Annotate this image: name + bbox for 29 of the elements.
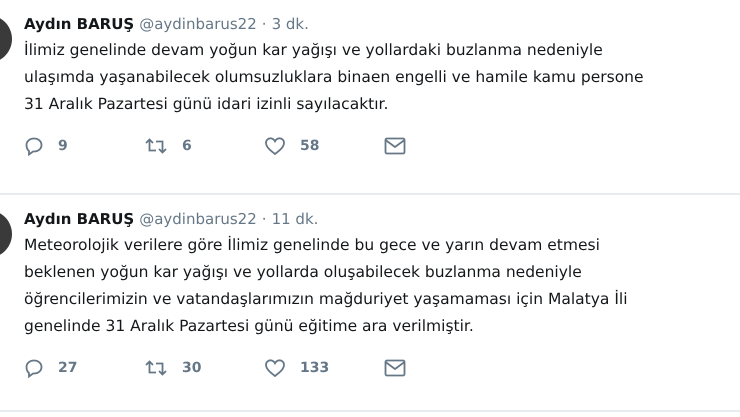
envelope-icon[interactable]	[384, 137, 406, 155]
tweet-text-line: genelinde 31 Aralık Pazartesi günü eğitime ara verilmiştir.	[24, 316, 475, 337]
like-count: 133	[300, 360, 330, 376]
tweet-text-line: ulaşımda yaşanabilecek olumsuzluklara binaen engelli ve hamile kamu persone	[24, 67, 645, 88]
heart-icon[interactable]	[264, 358, 286, 378]
tweet-time[interactable]: 11 dk.	[272, 210, 318, 228]
reply-icon[interactable]	[24, 358, 44, 378]
author-handle[interactable]: @aydinbarus22	[139, 210, 257, 228]
tweet-text-line: beklenen yoğun kar yağışı ve yollarda oluşabilecek buzlanma nedeniyle	[24, 262, 583, 283]
like-count: 58	[300, 138, 320, 154]
envelope-icon[interactable]	[384, 359, 406, 377]
reply-icon[interactable]	[24, 136, 44, 156]
retweet-icon[interactable]	[144, 358, 168, 378]
separator-dot: ·	[262, 15, 267, 33]
retweet-icon[interactable]	[144, 136, 168, 156]
tweet-time[interactable]: 3 dk.	[272, 15, 309, 33]
reply-count: 27	[58, 360, 78, 376]
reply-count: 9	[58, 138, 68, 154]
tweet-text-line: Meteorolojik verilere göre İlimiz genelinde bu gece ve yarın devam etmesi	[24, 234, 601, 256]
author-name[interactable]: Aydın BARUŞ	[24, 15, 134, 33]
separator-dot: ·	[262, 210, 267, 228]
author-name[interactable]: Aydın BARUŞ	[24, 210, 134, 228]
retweet-count: 30	[182, 360, 202, 376]
tweet-text-line: öğrencilerimizin ve vatandaşlarımızın mağduriyet yaşamaması için Malatya İli	[24, 288, 629, 310]
retweet-count: 6	[182, 138, 192, 154]
tweet-text-line: 31 Aralık Pazartesi günü idari izinli sayılacaktır.	[24, 94, 390, 115]
heart-icon[interactable]	[264, 136, 286, 156]
author-handle[interactable]: @aydinbarus22	[139, 15, 257, 33]
tweet-text-line: İlimiz genelinde devam yoğun kar yağışı ve yollardaki buzlanma nedeniyle	[24, 40, 604, 61]
